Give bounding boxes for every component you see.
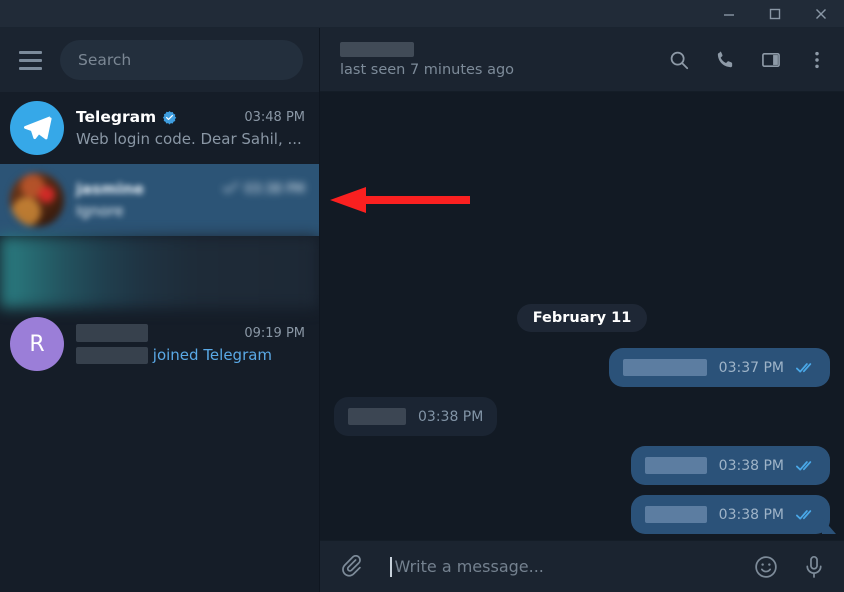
chat-item-name: jasmine: [76, 180, 145, 198]
redacted-contact-name: [340, 41, 414, 57]
sent-check-icon: [223, 181, 239, 197]
message-bubble-outgoing[interactable]: 03:38 PM: [630, 446, 830, 485]
telegram-plane-icon: [23, 116, 52, 140]
chat-list-sidebar: Search Telegram 03:48 PM Web login code.…: [0, 28, 320, 592]
telegram-desktop-window: Search Telegram 03:48 PM Web login code.…: [0, 0, 844, 592]
message-row: 03:38 PM: [334, 397, 830, 436]
avatar: [10, 173, 64, 227]
message-time: 03:38 PM: [718, 506, 784, 523]
chat-item-header: 09:19 PM: [76, 324, 305, 342]
message-row: 03:37 PM: [334, 348, 830, 387]
chat-list-item-joined[interactable]: R 09:19 PM joined Telegram: [0, 308, 319, 380]
chat-item-meta: Telegram 03:48 PM Web login code. Dear S…: [76, 108, 305, 148]
search-icon[interactable]: [666, 47, 692, 73]
message-time: 03:38 PM: [718, 457, 784, 474]
redacted-message-text: [348, 408, 406, 425]
emoji-smile-icon[interactable]: [752, 553, 780, 581]
date-divider: February 11: [334, 304, 830, 332]
window-close-button[interactable]: [798, 0, 844, 28]
message-time: 03:38 PM: [418, 408, 484, 425]
message-row: 03:38 PM: [334, 446, 830, 485]
chat-item-preview: Ignore: [76, 202, 124, 220]
message-bubble-incoming[interactable]: 03:38 PM: [334, 397, 498, 436]
chat-header-actions: [666, 47, 830, 73]
message-list: February 11 03:37 PM 03:38 PM 03:38 PM 0…: [320, 92, 844, 540]
phone-icon[interactable]: [712, 47, 738, 73]
redacted-message-text: [644, 506, 707, 523]
chat-item-time-text: 03:38 PM: [244, 181, 305, 197]
redacted-preview-block: [76, 347, 148, 364]
hamburger-menu-icon[interactable]: [14, 44, 46, 76]
message-row: 03:38 PM: [334, 495, 830, 534]
more-vertical-icon[interactable]: [804, 47, 830, 73]
split-panel-icon[interactable]: [758, 47, 784, 73]
contact-status: last seen 7 minutes ago: [340, 61, 515, 78]
window-body: Search Telegram 03:48 PM Web login code.…: [0, 28, 844, 592]
search-input[interactable]: Search: [60, 40, 303, 80]
chat-list[interactable]: Telegram 03:48 PM Web login code. Dear S…: [0, 92, 319, 592]
chat-item-time: 03:38 PM: [223, 182, 305, 197]
window-minimize-button[interactable]: [706, 0, 752, 28]
verified-badge-icon: [162, 110, 177, 125]
chat-list-item-telegram[interactable]: Telegram 03:48 PM Web login code. Dear S…: [0, 92, 319, 164]
read-receipt-double-check-icon: [796, 460, 816, 472]
chat-panel: last seen 7 minutes ago February 11 03:3…: [320, 28, 844, 592]
message-bubble-outgoing[interactable]: 03:38 PM: [630, 495, 830, 534]
chat-header: last seen 7 minutes ago: [320, 28, 844, 92]
window-titlebar: [0, 0, 844, 28]
chat-item-time: 03:48 PM: [244, 109, 305, 125]
chat-item-time: 09:19 PM: [244, 325, 305, 341]
message-input-placeholder: Write a message...: [394, 557, 544, 576]
redacted-message-text: [644, 457, 707, 474]
message-time: 03:37 PM: [718, 359, 784, 376]
chat-item-preview: joined Telegram: [76, 346, 305, 364]
read-receipt-double-check-icon: [796, 509, 816, 521]
text-cursor: [390, 556, 392, 577]
chat-item-preview: Web login code. Dear Sahil, ...: [76, 130, 302, 148]
message-input[interactable]: Write a message...: [382, 556, 736, 577]
redacted-message-text: [622, 359, 707, 376]
microphone-icon[interactable]: [800, 553, 828, 581]
date-divider-label: February 11: [516, 304, 648, 332]
chat-list-item-jasmine[interactable]: jasmine 03:38 PM Ignore: [0, 164, 319, 236]
redacted-name-block: [76, 324, 148, 342]
message-bubble-outgoing[interactable]: 03:37 PM: [608, 348, 830, 387]
search-placeholder: Search: [78, 51, 132, 69]
chat-header-info[interactable]: last seen 7 minutes ago: [340, 41, 515, 78]
composer-actions: [752, 553, 828, 581]
chat-item-preview-text: joined Telegram: [152, 346, 273, 364]
sidebar-toolbar: Search: [0, 28, 319, 92]
read-receipt-double-check-icon: [796, 362, 816, 374]
window-maximize-button[interactable]: [752, 0, 798, 28]
chat-list-item-redacted[interactable]: [0, 236, 319, 308]
avatar-initial: R: [29, 331, 45, 357]
message-composer: Write a message...: [320, 540, 844, 592]
chat-item-meta: 09:19 PM joined Telegram: [76, 324, 305, 364]
avatar: [10, 101, 64, 155]
avatar: R: [10, 317, 64, 371]
chat-item-header: Telegram 03:48 PM: [76, 108, 305, 126]
paperclip-icon[interactable]: [338, 553, 366, 581]
chat-item-name: Telegram: [76, 108, 157, 126]
chat-item-header: jasmine 03:38 PM: [76, 180, 305, 198]
chat-item-meta: jasmine 03:38 PM Ignore: [76, 180, 305, 220]
